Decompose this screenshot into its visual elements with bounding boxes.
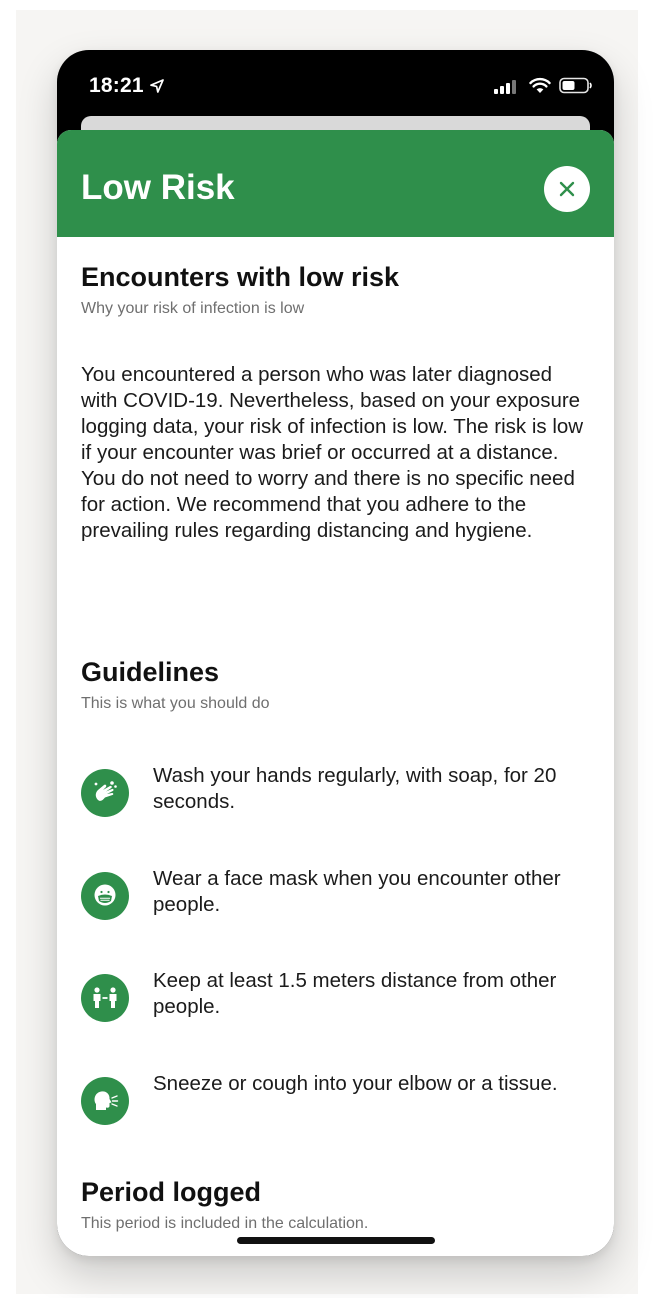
sheet-header: Low Risk <box>57 130 614 237</box>
risk-detail-sheet: Low Risk Encounters with low risk Why yo… <box>57 130 614 1256</box>
face-mask-icon <box>81 872 129 920</box>
guidelines-subtitle: This is what you should do <box>81 695 270 712</box>
guideline-item: Wash your hands regularly, with soap, fo… <box>81 763 591 823</box>
distance-icon <box>81 974 129 1022</box>
guideline-item: Keep at least 1.5 meters distance from o… <box>81 968 591 1028</box>
encounters-body: You encountered a person who was later d… <box>81 363 584 542</box>
sneeze-icon <box>81 1077 129 1125</box>
phone-screen: 18:21 Low Risk Encounters with low risk … <box>57 50 614 1256</box>
guideline-item: Wear a face mask when you encounter othe… <box>81 866 591 926</box>
sheet-title: Low Risk <box>81 168 235 207</box>
period-subtitle: This period is included in the calculati… <box>81 1215 369 1232</box>
home-indicator[interactable] <box>237 1237 435 1244</box>
close-icon <box>559 181 575 197</box>
encounters-subtitle: Why your risk of infection is low <box>81 300 305 317</box>
guideline-item: Sneeze or cough into your elbow or a tis… <box>81 1071 591 1131</box>
guideline-text: Keep at least 1.5 meters distance from o… <box>153 969 557 1018</box>
status-bar: 18:21 <box>57 50 614 120</box>
hand-wash-icon <box>81 769 129 817</box>
cellular-signal-icon <box>494 80 516 94</box>
guidelines-title: Guidelines <box>81 657 220 687</box>
close-button[interactable] <box>544 166 590 212</box>
battery-icon <box>559 77 592 94</box>
wifi-icon <box>529 77 551 93</box>
guideline-text: Wear a face mask when you encounter othe… <box>153 867 561 916</box>
location-arrow-icon <box>150 79 164 93</box>
period-title: Period logged <box>81 1177 262 1207</box>
guideline-text: Sneeze or cough into your elbow or a tis… <box>153 1072 558 1095</box>
encounters-title: Encounters with low risk <box>81 262 400 292</box>
guideline-text: Wash your hands regularly, with soap, fo… <box>153 764 557 813</box>
status-time: 18:21 <box>89 74 144 97</box>
